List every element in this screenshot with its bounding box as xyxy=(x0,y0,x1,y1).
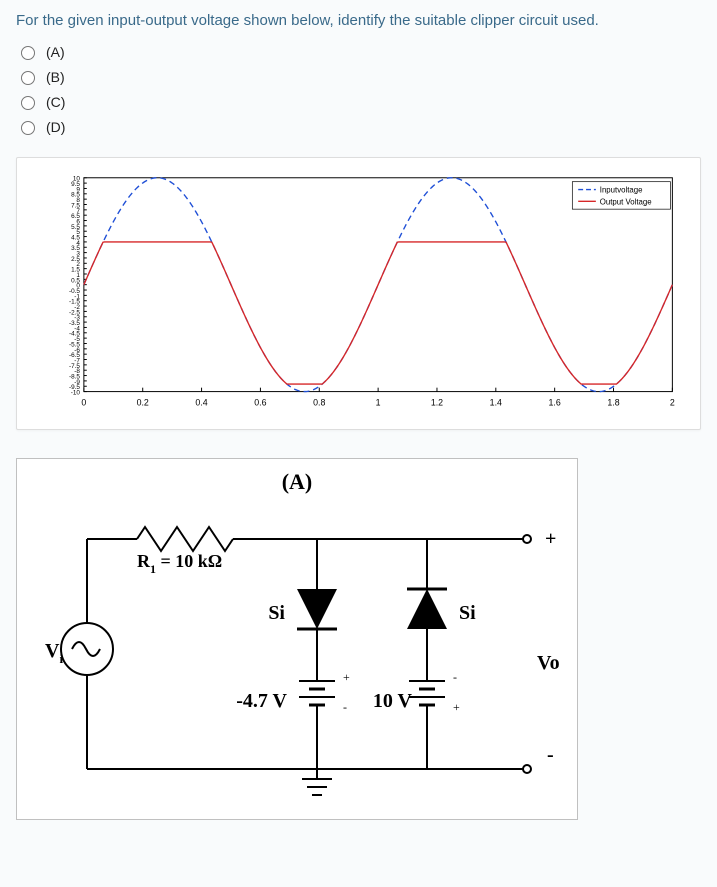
output-node-top xyxy=(523,535,531,543)
battery-1 xyxy=(299,674,335,719)
batt1-plus: + xyxy=(343,670,350,684)
circuit-title: (A) xyxy=(282,469,313,494)
svg-text:Output Voltage: Output Voltage xyxy=(600,197,652,206)
circuit-figure: (A) xyxy=(16,458,578,820)
option-b-label: (B) xyxy=(46,69,65,85)
options-group: (A) (B) (C) (D) xyxy=(16,39,701,139)
option-c[interactable]: (C) xyxy=(16,89,701,114)
svg-text:2: 2 xyxy=(670,397,675,407)
svg-text:0: 0 xyxy=(81,397,86,407)
diode2-label: Si xyxy=(459,602,476,624)
option-d-radio[interactable] xyxy=(21,121,35,135)
waveform-svg: 00.20.40.60.811.21.41.61.82109.598.587.5… xyxy=(25,166,692,421)
option-c-radio[interactable] xyxy=(21,96,35,110)
svg-text:0.6: 0.6 xyxy=(254,397,266,407)
option-a[interactable]: (A) xyxy=(16,39,701,64)
option-b[interactable]: (B) xyxy=(16,64,701,89)
svg-text:0.4: 0.4 xyxy=(195,397,207,407)
option-d[interactable]: (D) xyxy=(16,114,701,139)
batt2-minus: - xyxy=(453,670,457,684)
svg-text:-10: -10 xyxy=(71,390,81,397)
battery1-label: -4.7 V xyxy=(236,690,287,712)
question-text: For the given input-output voltage shown… xyxy=(16,12,701,29)
svg-text:1.8: 1.8 xyxy=(607,397,619,407)
option-a-radio[interactable] xyxy=(21,46,35,60)
option-a-label: (A) xyxy=(46,44,65,60)
output-node-bottom xyxy=(523,765,531,773)
batt1-minus: - xyxy=(343,700,347,714)
diode1-label: Si xyxy=(268,602,285,624)
option-c-label: (C) xyxy=(46,94,65,110)
batt2-plus: + xyxy=(453,700,460,714)
resistor-label: R1 = 10 kΩ xyxy=(137,551,222,576)
svg-text:1.4: 1.4 xyxy=(490,397,502,407)
svg-text:1.2: 1.2 xyxy=(431,397,443,407)
option-b-radio[interactable] xyxy=(21,71,35,85)
svg-text:1: 1 xyxy=(376,397,381,407)
svg-text:0.2: 0.2 xyxy=(137,397,149,407)
output-plus: + xyxy=(545,528,556,550)
svg-text:Inputvoltage: Inputvoltage xyxy=(600,185,643,194)
circuit-svg: (A) xyxy=(17,459,577,819)
battery-2 xyxy=(409,674,445,719)
diode-1 xyxy=(297,589,337,629)
output-minus: - xyxy=(547,744,554,766)
output-label: Vo xyxy=(537,652,560,674)
waveform-figure: 00.20.40.60.811.21.41.61.82109.598.587.5… xyxy=(16,157,701,430)
option-d-label: (D) xyxy=(46,119,65,135)
diode-2 xyxy=(407,589,447,629)
svg-text:0.8: 0.8 xyxy=(313,397,325,407)
svg-text:1.6: 1.6 xyxy=(549,397,561,407)
battery2-label: 10 V xyxy=(373,690,413,712)
